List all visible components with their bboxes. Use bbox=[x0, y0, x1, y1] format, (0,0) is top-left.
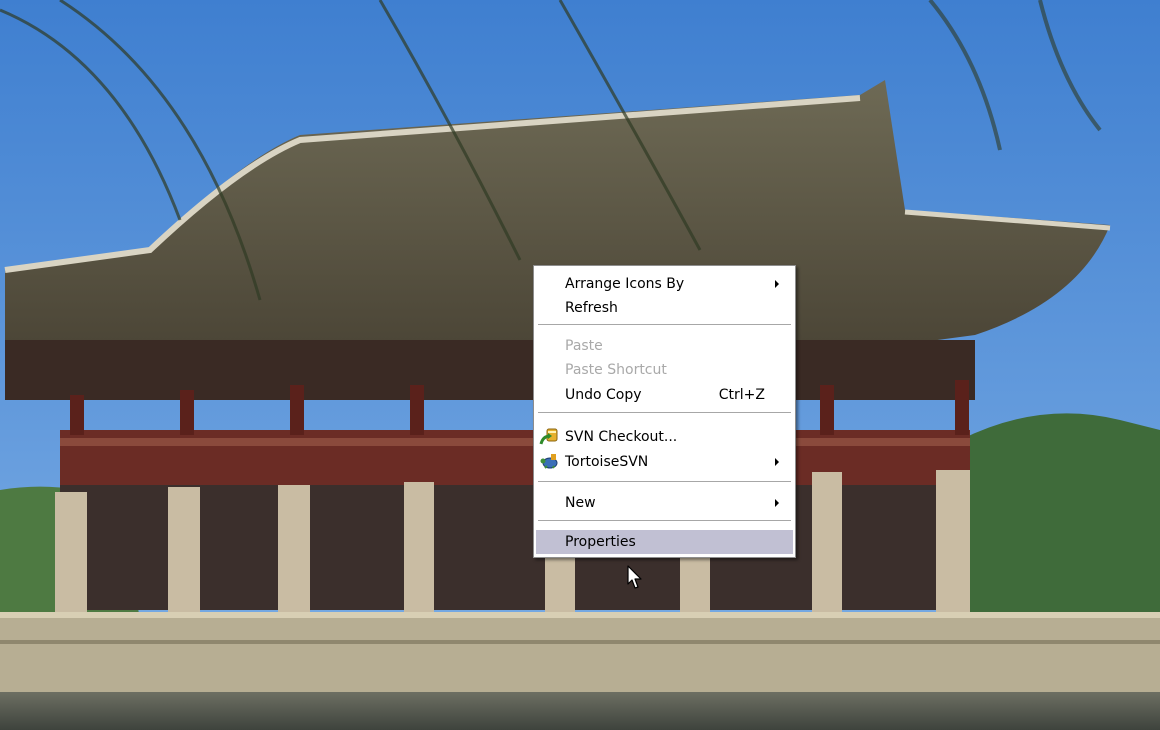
menu-item-label: Refresh bbox=[565, 300, 618, 316]
menu-item-label: SVN Checkout... bbox=[565, 429, 678, 445]
submenu-arrow-icon bbox=[775, 499, 779, 507]
menu-item-label: Paste bbox=[565, 338, 603, 354]
menu-item-undo-copy[interactable]: Undo Copy Ctrl+Z bbox=[536, 383, 793, 407]
menu-separator bbox=[538, 481, 791, 483]
submenu-arrow-icon bbox=[775, 280, 779, 288]
menu-item-arrange-icons-by[interactable]: Arrange Icons By bbox=[536, 272, 793, 296]
menu-item-label: Properties bbox=[565, 534, 636, 550]
menu-item-new[interactable]: New bbox=[536, 491, 793, 515]
menu-item-shortcut: Ctrl+Z bbox=[718, 387, 765, 403]
menu-item-label: New bbox=[565, 495, 596, 511]
menu-item-label: Arrange Icons By bbox=[565, 276, 685, 292]
submenu-arrow-icon bbox=[775, 458, 779, 466]
menu-item-properties[interactable]: Properties bbox=[536, 530, 793, 554]
menu-item-label: TortoiseSVN bbox=[565, 454, 649, 470]
menu-separator bbox=[538, 412, 791, 414]
menu-item-tortoisesvn[interactable]: TortoiseSVN bbox=[536, 450, 793, 474]
mouse-pointer-icon bbox=[627, 565, 642, 589]
menu-item-svn-checkout[interactable]: SVN Checkout... bbox=[536, 425, 793, 449]
menu-item-paste: Paste bbox=[536, 334, 793, 358]
menu-item-refresh[interactable]: Refresh bbox=[536, 296, 793, 320]
menu-item-label: Paste Shortcut bbox=[565, 362, 667, 378]
tortoisesvn-icon bbox=[539, 453, 559, 471]
menu-separator bbox=[538, 324, 791, 326]
desktop-context-menu: Arrange Icons By Refresh Paste Paste Sho… bbox=[533, 265, 796, 558]
menu-item-label: Undo Copy bbox=[565, 387, 642, 403]
menu-separator bbox=[538, 520, 791, 522]
menu-item-paste-shortcut: Paste Shortcut bbox=[536, 358, 793, 382]
svn-checkout-icon bbox=[539, 428, 559, 446]
